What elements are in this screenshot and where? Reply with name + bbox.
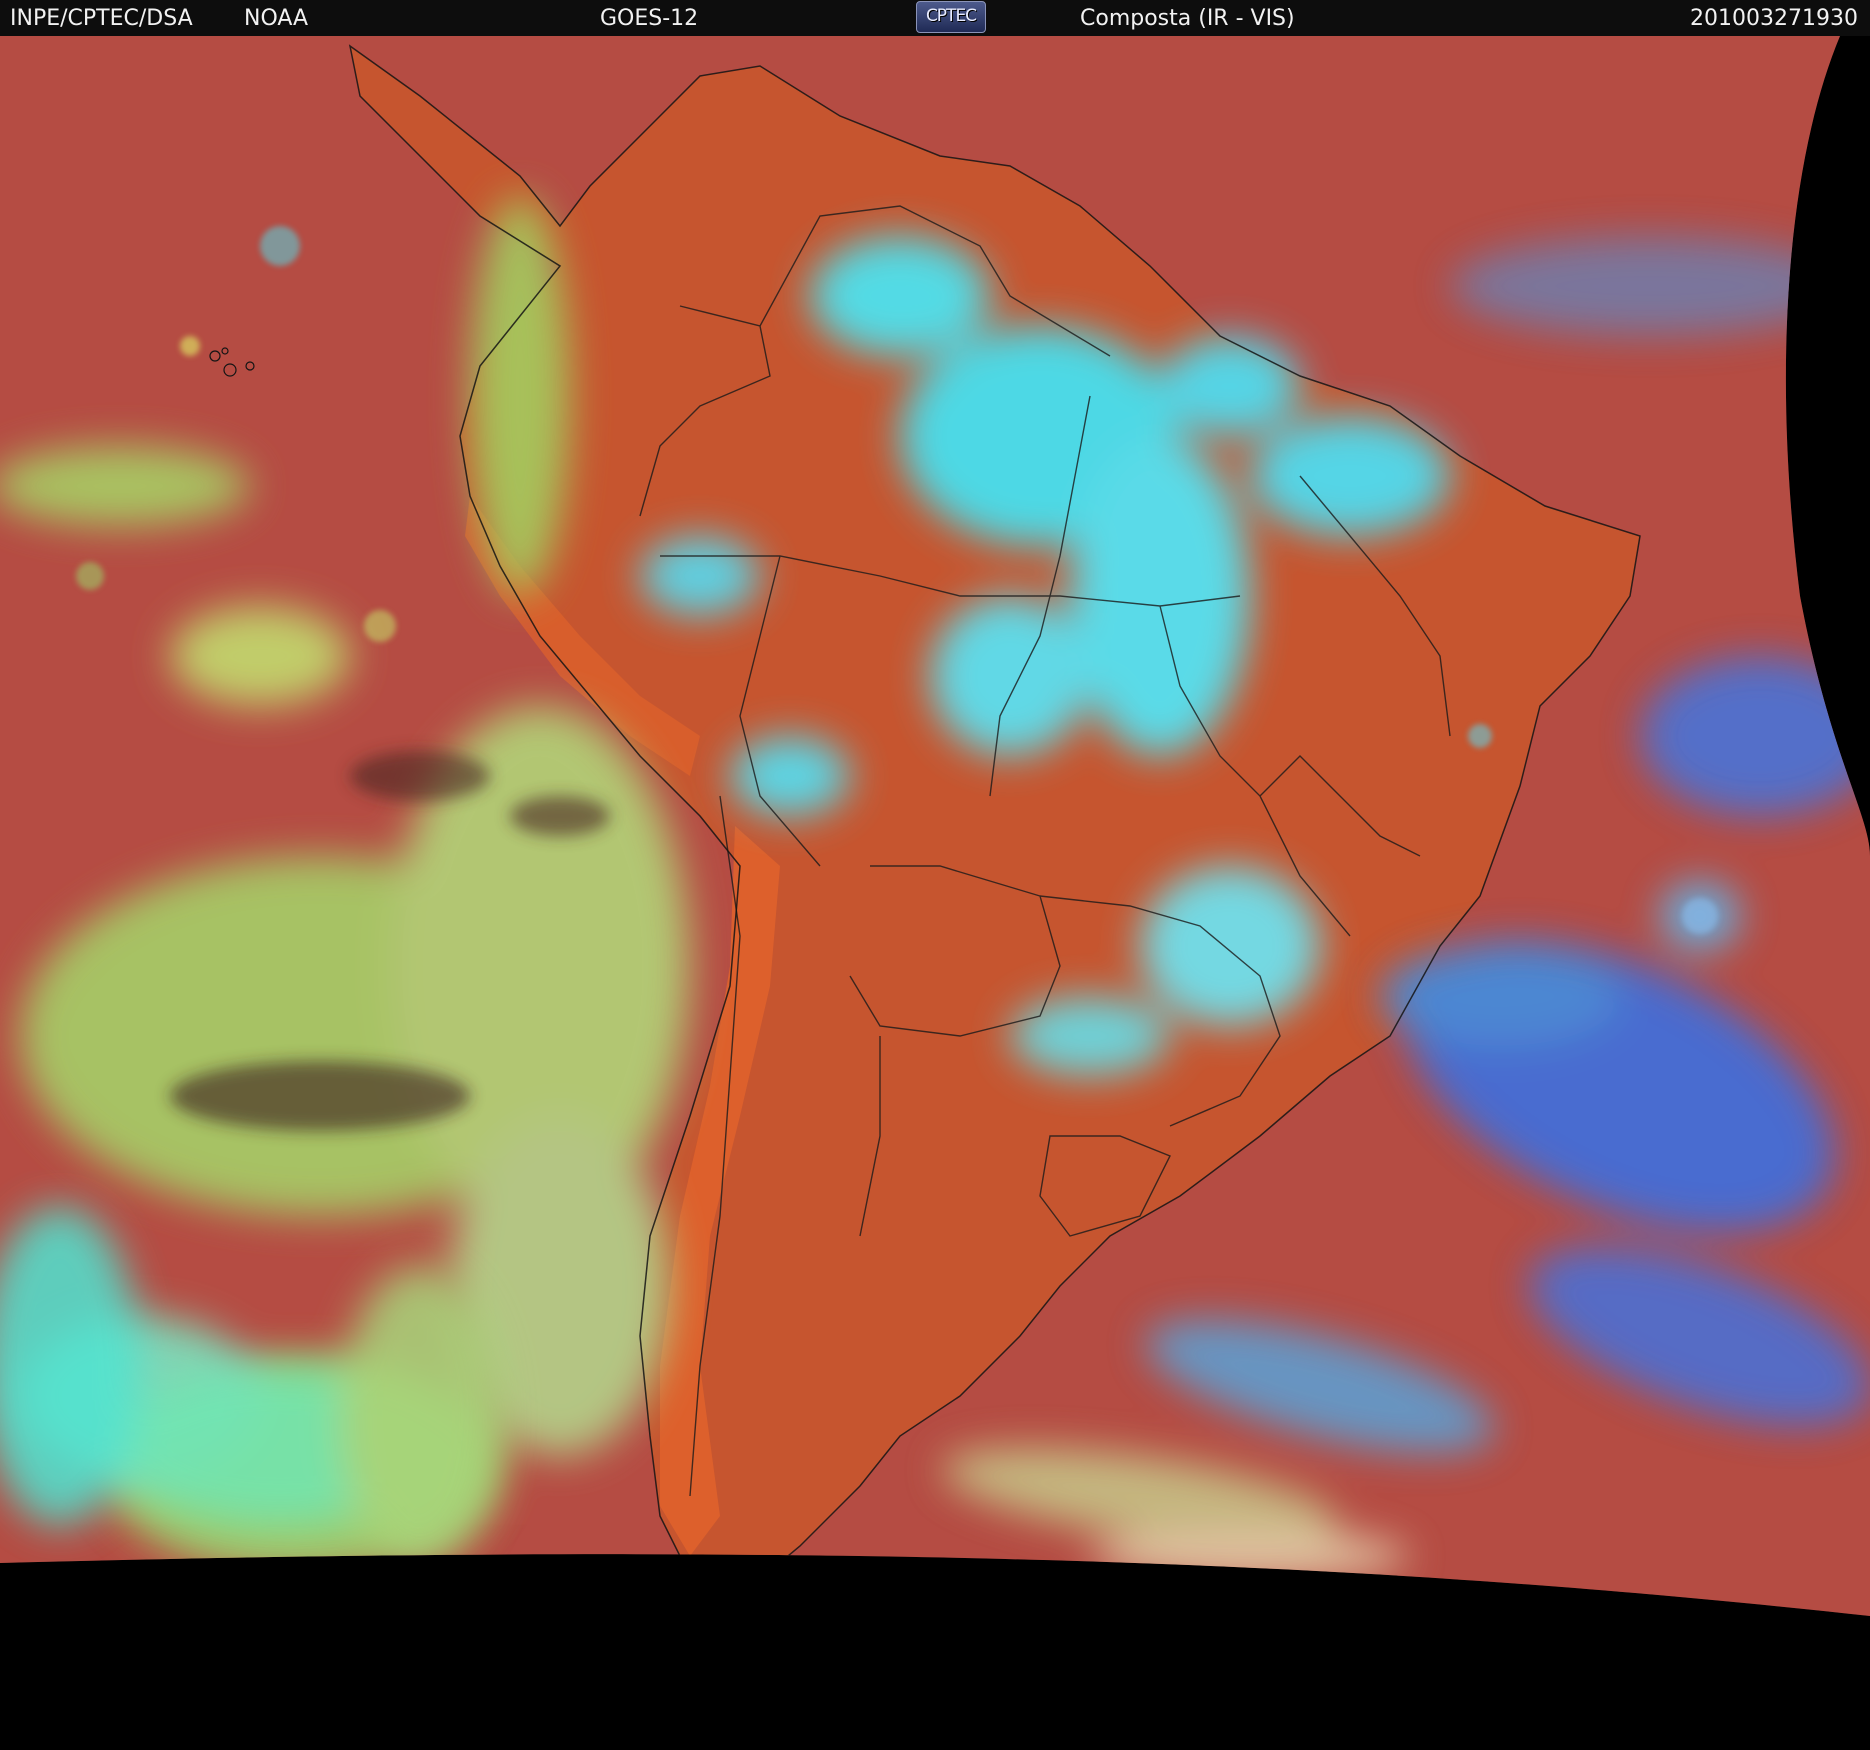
satellite-label: GOES-12	[600, 6, 699, 31]
product-label: Composta (IR - VIS)	[1080, 6, 1295, 31]
provider-label: NOAA	[244, 6, 309, 31]
agency-label: INPE/CPTEC/DSA	[10, 6, 193, 31]
timestamp-label: 201003271930	[1690, 6, 1858, 31]
image-header: INPE/CPTEC/DSA NOAA GOES-12 CPTEC Compos…	[0, 0, 1870, 36]
cptec-logo-icon: CPTEC	[916, 1, 986, 33]
satellite-composite-image	[0, 36, 1870, 1750]
logo-text: CPTEC	[925, 6, 977, 26]
